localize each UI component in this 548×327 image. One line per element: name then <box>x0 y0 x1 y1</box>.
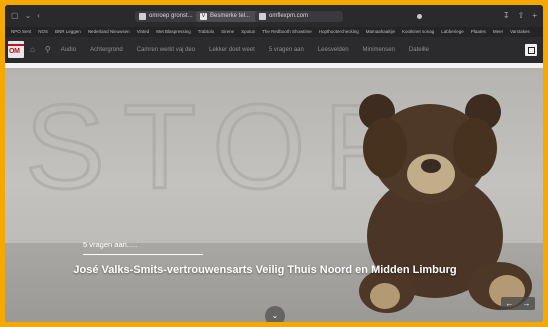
site-logo[interactable]: OM <box>8 41 24 58</box>
back-icon[interactable]: ‹ <box>37 11 40 21</box>
bookmark-item[interactable]: Vinted <box>137 27 150 37</box>
new-tab-icon[interactable]: + <box>532 11 537 21</box>
slide-kicker: 5 vragen aan..... <box>83 240 138 249</box>
site-header: OM ⌂ ⚲ Audio Achtergrond Camren werkt vaj … <box>5 37 543 63</box>
arrow-left-icon[interactable]: ← <box>506 297 514 310</box>
bookmark-item[interactable]: The Redbooth Showtime <box>262 27 312 37</box>
logo-text: OM <box>9 48 20 55</box>
page-indicator <box>417 14 422 19</box>
chevron-down-icon[interactable]: ⌄ <box>25 11 32 21</box>
bookmark-item[interactable]: Hopthooterchecking <box>319 27 359 37</box>
nav-item[interactable]: Lekker doet weet <box>209 45 255 55</box>
bookmark-item[interactable]: Met Blaspressing <box>156 27 191 37</box>
main-nav: ⌂ ⚲ Audio Achtergrond Camren werkt vaj deo… <box>30 45 443 55</box>
teddy-bear-image <box>359 94 532 313</box>
toolbar-right: ↧ ⇧ + <box>503 11 537 21</box>
kicker-underline <box>83 254 203 255</box>
bookmark-item[interactable]: Labberiege <box>441 27 464 37</box>
nav-item[interactable]: Achtergrond <box>90 45 123 55</box>
browser-window: ▢ ⌄ ‹ omroep gronst... V Besmerke tel...… <box>5 5 543 322</box>
chevron-down-icon: ⌄ <box>271 311 279 320</box>
bookmark-item[interactable]: Sirene <box>221 27 234 37</box>
bookmark-item[interactable]: Plaates <box>471 27 486 37</box>
tab-label: omroep gronst... <box>149 13 193 19</box>
bookmark-item[interactable]: Varstakes <box>510 27 530 37</box>
tab-omflex[interactable]: omflexpm.com <box>255 11 343 22</box>
nav-item[interactable]: Minimensen <box>363 45 395 55</box>
bookmark-item[interactable]: Mamaahaaitije <box>366 27 395 37</box>
bookmark-item[interactable]: Nederland Nieuwsen <box>88 27 130 37</box>
tab-favicon: V <box>200 13 207 20</box>
tab-label: omflexpm.com <box>269 13 309 19</box>
window-controls: ▢ ⌄ ‹ <box>11 11 40 21</box>
tab-label: Besmerke tel... <box>210 13 251 19</box>
download-icon[interactable]: ↧ <box>503 11 510 21</box>
search-icon[interactable]: ⚲ <box>45 45 51 55</box>
nav-item[interactable]: 5 vragen aan <box>269 45 304 55</box>
bookmark-item[interactable]: NPO Sent <box>11 27 31 37</box>
scroll-down-button[interactable]: ⌄ <box>265 306 285 322</box>
menu-button[interactable] <box>525 44 537 56</box>
browser-toolbar: ▢ ⌄ ‹ omroep gronst... V Besmerke tel...… <box>5 5 543 27</box>
bookmark-item[interactable]: Spotus <box>241 27 255 37</box>
logo-stripe <box>8 44 24 46</box>
bookmark-item[interactable]: BNR Leggen <box>55 27 81 37</box>
sidebar-toggle-icon[interactable]: ▢ <box>11 11 19 21</box>
arrow-right-icon[interactable]: → <box>523 297 531 310</box>
share-icon[interactable]: ⇧ <box>518 11 525 21</box>
nav-item[interactable]: Leesvelden <box>318 45 349 55</box>
nav-item[interactable]: Dateille <box>409 45 429 55</box>
home-icon[interactable]: ⌂ <box>30 45 35 55</box>
bookmark-item[interactable]: Meer <box>493 27 503 37</box>
slide-headline[interactable]: José Valks-Smits-vertrouwensarts Veilig … <box>65 264 465 277</box>
hero-slider: STOP 5 vragen aan..... José Valks-Smits-… <box>5 68 543 322</box>
bookmarks-bar: NPO Sent NOS BNR Leggen Nederland Nieuwsen V… <box>5 27 543 37</box>
tab-favicon <box>259 13 266 20</box>
bookmark-item[interactable]: NOS <box>38 27 48 37</box>
nav-item[interactable]: Camren werkt vaj deo <box>137 45 195 55</box>
tab-favicon <box>139 13 146 20</box>
nav-item[interactable]: Audio <box>61 45 76 55</box>
bookmark-item[interactable]: Trabtolo <box>198 27 214 37</box>
slider-controls: ← → <box>501 297 535 310</box>
bookmark-item[interactable]: Kootkinet sonag <box>402 27 434 37</box>
